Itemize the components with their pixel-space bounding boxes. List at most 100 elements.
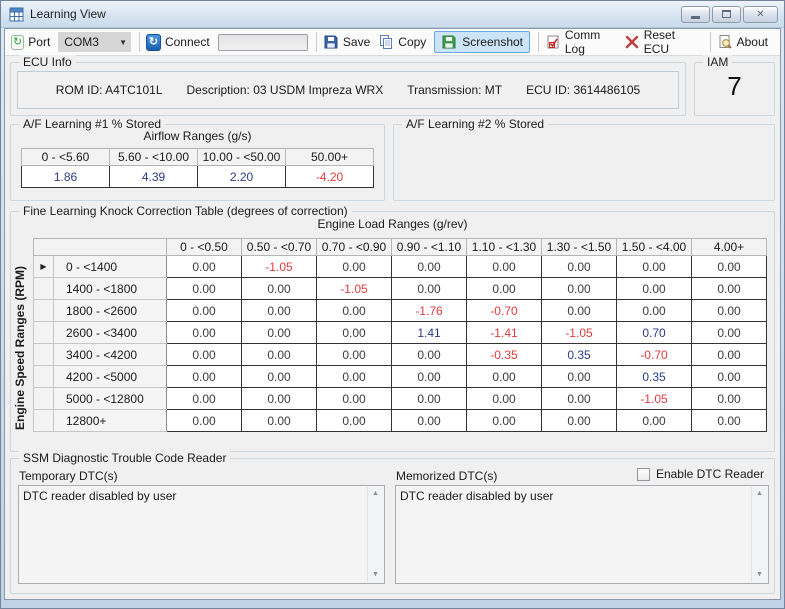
knock-cell[interactable]: 0.00 xyxy=(692,388,767,410)
knock-cell[interactable]: 0.00 xyxy=(242,410,317,432)
af1-cell[interactable]: 4.39 xyxy=(110,166,198,188)
knock-cell[interactable]: -1.05 xyxy=(242,256,317,278)
knock-cell[interactable]: 0.00 xyxy=(167,278,242,300)
knock-cell[interactable]: 0.00 xyxy=(317,410,392,432)
knock-cell[interactable]: 0.00 xyxy=(317,256,392,278)
knock-cell[interactable]: 0.00 xyxy=(167,322,242,344)
row-selector-cell[interactable] xyxy=(34,300,54,322)
knock-cell[interactable]: 0.00 xyxy=(467,410,542,432)
temporary-dtc-scrollbar[interactable]: ▲ ▼ xyxy=(367,487,383,582)
knock-cell[interactable]: 0.00 xyxy=(167,256,242,278)
knock-cell[interactable]: 0.00 xyxy=(542,366,617,388)
about-icon[interactable] xyxy=(717,34,733,50)
knock-cell[interactable]: 0.00 xyxy=(167,366,242,388)
knock-cell[interactable]: 0.35 xyxy=(542,344,617,366)
reset-ecu-icon[interactable] xyxy=(624,34,640,50)
knock-cell[interactable]: 0.00 xyxy=(692,366,767,388)
knock-cell[interactable]: -0.35 xyxy=(467,344,542,366)
knock-cell[interactable]: 0.00 xyxy=(692,256,767,278)
save-icon[interactable] xyxy=(323,34,339,50)
knock-cell[interactable]: -1.41 xyxy=(467,322,542,344)
scroll-down-icon[interactable]: ▼ xyxy=(752,568,767,582)
knock-cell[interactable]: 0.00 xyxy=(392,256,467,278)
row-selector-cell[interactable] xyxy=(34,410,54,432)
knock-cell[interactable]: -1.05 xyxy=(617,388,692,410)
knock-cell[interactable]: 0.00 xyxy=(542,256,617,278)
knock-cell[interactable]: -1.05 xyxy=(317,278,392,300)
copy-icon[interactable] xyxy=(378,34,394,50)
minimize-button[interactable] xyxy=(681,6,710,23)
row-selector-cell[interactable] xyxy=(34,322,54,344)
af1-cell[interactable]: 2.20 xyxy=(198,166,286,188)
knock-cell[interactable]: 0.00 xyxy=(617,410,692,432)
knock-cell[interactable]: -1.76 xyxy=(392,300,467,322)
knock-cell[interactable]: 0.00 xyxy=(542,300,617,322)
scroll-up-icon[interactable]: ▲ xyxy=(368,487,383,501)
knock-cell[interactable]: 0.70 xyxy=(617,322,692,344)
connect-icon[interactable]: ↻ xyxy=(146,34,161,51)
knock-cell[interactable]: 0.00 xyxy=(392,366,467,388)
knock-cell[interactable]: 0.00 xyxy=(242,366,317,388)
knock-cell[interactable]: 0.00 xyxy=(617,256,692,278)
enable-dtc-checkbox[interactable] xyxy=(637,468,650,481)
knock-cell[interactable]: 0.00 xyxy=(692,322,767,344)
knock-cell[interactable]: 0.00 xyxy=(242,388,317,410)
knock-cell[interactable]: -1.05 xyxy=(542,322,617,344)
reset-ecu-button[interactable]: Reset ECU xyxy=(644,28,696,56)
row-selector-current-icon[interactable]: ▶ xyxy=(34,256,54,278)
temporary-dtc-textarea[interactable]: DTC reader disabled by user ▲ ▼ xyxy=(18,485,385,584)
knock-cell[interactable]: 1.41 xyxy=(392,322,467,344)
save-button[interactable]: Save xyxy=(343,35,370,49)
knock-cell[interactable]: 0.00 xyxy=(392,278,467,300)
knock-cell[interactable]: 0.00 xyxy=(467,366,542,388)
knock-cell[interactable]: 0.00 xyxy=(242,278,317,300)
memorized-dtc-textarea[interactable]: DTC reader disabled by user ▲ ▼ xyxy=(395,485,769,584)
knock-cell[interactable]: 0.00 xyxy=(617,300,692,322)
row-selector-cell[interactable] xyxy=(34,388,54,410)
comm-log-icon[interactable] xyxy=(545,34,561,50)
knock-cell[interactable]: 0.00 xyxy=(242,322,317,344)
knock-cell[interactable]: 0.00 xyxy=(392,344,467,366)
screenshot-button[interactable]: Screenshot xyxy=(434,31,530,53)
knock-cell[interactable]: 0.00 xyxy=(617,278,692,300)
scroll-down-icon[interactable]: ▼ xyxy=(368,568,383,582)
af1-cell[interactable]: -4.20 xyxy=(286,166,374,188)
knock-cell[interactable]: 0.00 xyxy=(392,410,467,432)
knock-cell[interactable]: 0.00 xyxy=(167,300,242,322)
row-selector-cell[interactable] xyxy=(34,344,54,366)
knock-cell[interactable]: 0.00 xyxy=(167,388,242,410)
knock-cell[interactable]: 0.00 xyxy=(167,344,242,366)
knock-cell[interactable]: 0.00 xyxy=(542,410,617,432)
port-refresh-icon[interactable]: ↻ xyxy=(11,35,24,50)
knock-cell[interactable]: 0.00 xyxy=(242,300,317,322)
knock-cell[interactable]: 0.00 xyxy=(692,300,767,322)
port-combobox[interactable]: COM3 ▼ xyxy=(58,32,131,52)
knock-cell[interactable]: 0.00 xyxy=(542,388,617,410)
knock-cell[interactable]: -0.70 xyxy=(467,300,542,322)
knock-cell[interactable]: 0.00 xyxy=(467,256,542,278)
scroll-up-icon[interactable]: ▲ xyxy=(752,487,767,501)
knock-cell[interactable]: 0.00 xyxy=(467,388,542,410)
knock-cell[interactable]: -0.70 xyxy=(617,344,692,366)
knock-cell[interactable]: 0.00 xyxy=(242,344,317,366)
knock-cell[interactable]: 0.00 xyxy=(317,388,392,410)
knock-cell[interactable]: 0.00 xyxy=(317,300,392,322)
knock-cell[interactable]: 0.00 xyxy=(392,388,467,410)
knock-cell[interactable]: 0.00 xyxy=(317,366,392,388)
knock-cell[interactable]: 0.00 xyxy=(317,322,392,344)
knock-cell[interactable]: 0.00 xyxy=(692,344,767,366)
knock-cell[interactable]: 0.00 xyxy=(542,278,617,300)
connect-button[interactable]: Connect xyxy=(165,35,210,49)
af1-cell[interactable]: 1.86 xyxy=(22,166,110,188)
memorized-dtc-scrollbar[interactable]: ▲ ▼ xyxy=(751,487,767,582)
row-selector-cell[interactable] xyxy=(34,278,54,300)
knock-cell[interactable]: 0.35 xyxy=(617,366,692,388)
copy-button[interactable]: Copy xyxy=(398,35,426,49)
about-button[interactable]: About xyxy=(737,35,768,49)
row-selector-cell[interactable] xyxy=(34,366,54,388)
knock-cell[interactable]: 0.00 xyxy=(692,410,767,432)
knock-cell[interactable]: 0.00 xyxy=(692,278,767,300)
knock-cell[interactable]: 0.00 xyxy=(167,410,242,432)
knock-cell[interactable]: 0.00 xyxy=(467,278,542,300)
knock-cell[interactable]: 0.00 xyxy=(317,344,392,366)
